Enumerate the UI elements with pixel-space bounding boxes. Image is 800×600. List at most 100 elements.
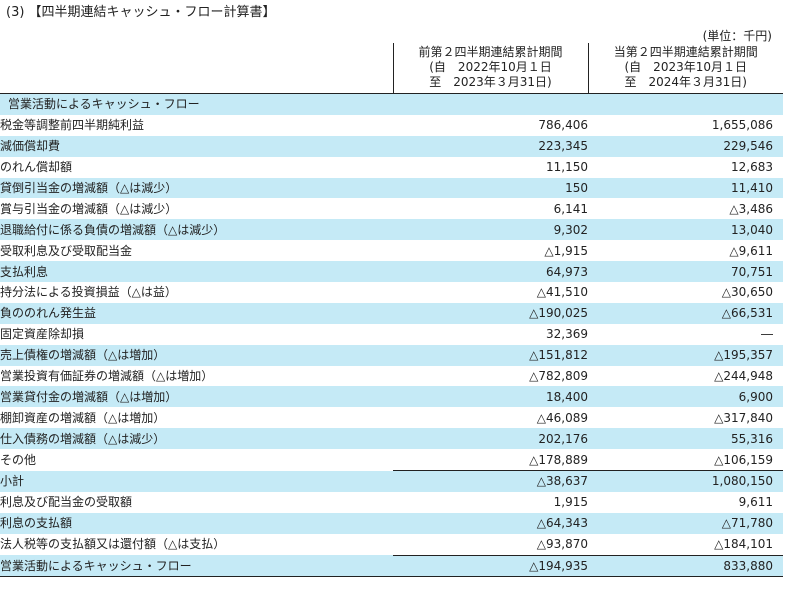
table-row: 法人税等の支払額又は還付額（△は支払） △93,870 △184,101 bbox=[0, 534, 783, 555]
row-label: のれん償却額 bbox=[0, 160, 73, 175]
row-label: 棚卸資産の増減額（△は増加） bbox=[0, 410, 166, 425]
row-label: 利息の支払額 bbox=[0, 512, 393, 534]
row-label: 仕入債務の増減額（△は減少） bbox=[0, 428, 393, 450]
row-label: 退職給付に係る負債の増減額（△は減少） bbox=[0, 219, 393, 241]
table-row: 賞与引当金の増減額（△は減少） 6,141 △3,486 bbox=[0, 198, 783, 219]
cur-value: △71,780 bbox=[588, 512, 783, 534]
subtotal-row: 小計 △38,637 1,080,150 bbox=[0, 470, 783, 492]
cur-value: ― bbox=[761, 327, 773, 342]
table-row: 売上債権の増減額（△は増加） △151,812 △195,357 bbox=[0, 344, 783, 366]
table-row: 固定資産除却損 32,369 ― bbox=[0, 324, 783, 345]
prev-value: △194,935 bbox=[393, 554, 588, 578]
row-label: 減価償却費 bbox=[0, 135, 393, 157]
header-cur-period: 当第２四半期連結累計期間 (自 2023年10月１日 至 2024年３月31日) bbox=[587, 43, 783, 94]
cur-value: 11,410 bbox=[588, 177, 783, 199]
row-label: その他 bbox=[0, 452, 37, 467]
prev-period-from: (自 2022年10月１日 bbox=[429, 60, 552, 74]
cur-value: △106,159 bbox=[714, 452, 773, 467]
section-title: (3) 【四半期連結キャッシュ・フロー計算書】 bbox=[6, 5, 276, 20]
prev-value: 223,345 bbox=[393, 135, 588, 157]
row-label: 受取利息及び受取配当金 bbox=[0, 243, 133, 258]
prev-value: △46,089 bbox=[536, 410, 588, 425]
cur-value: 55,316 bbox=[588, 428, 783, 450]
table-row: 税金等調整前四半期純利益 786,406 1,655,086 bbox=[0, 115, 783, 136]
prev-value: 202,176 bbox=[393, 428, 588, 450]
cur-value: 70,751 bbox=[588, 261, 783, 283]
row-label: 税金等調整前四半期純利益 bbox=[0, 118, 145, 133]
table-row: 利息及び配当金の受取額 1,915 9,611 bbox=[0, 492, 783, 513]
cur-value: △30,650 bbox=[721, 285, 773, 300]
cur-value: 13,040 bbox=[588, 219, 783, 241]
table-row: 棚卸資産の増減額（△は増加） △46,089 △317,840 bbox=[0, 407, 783, 428]
row-label: 持分法による投資損益（△は益） bbox=[0, 285, 177, 300]
prev-value: 150 bbox=[393, 177, 588, 199]
prev-value: 1,915 bbox=[553, 495, 588, 510]
table-row: 退職給付に係る負債の増減額（△は減少） 9,302 13,040 bbox=[0, 219, 783, 241]
row-label: 支払利息 bbox=[0, 261, 393, 283]
header-prev-period: 前第２四半期連結累計期間 (自 2022年10月１日 至 2023年３月31日) bbox=[392, 43, 588, 94]
prev-value: 11,150 bbox=[546, 160, 588, 175]
row-label: 固定資産除却損 bbox=[0, 327, 85, 342]
cur-period-name: 当第２四半期連結累計期間 bbox=[613, 45, 758, 59]
row-label: 営業活動によるキャッシュ・フロー bbox=[0, 93, 393, 115]
prev-value: 64,973 bbox=[393, 261, 588, 283]
cur-period-to: 至 2024年３月31日) bbox=[624, 75, 748, 89]
prev-period-name: 前第２四半期連結累計期間 bbox=[418, 45, 563, 59]
cur-value: 6,900 bbox=[588, 386, 783, 408]
cur-value: 1,080,150 bbox=[588, 470, 783, 492]
table-row: 減価償却費 223,345 229,546 bbox=[0, 135, 783, 157]
header-label-cell bbox=[0, 43, 393, 94]
prev-value: △93,870 bbox=[536, 537, 588, 552]
row-label: 負ののれん発生益 bbox=[0, 302, 393, 324]
prev-value: △151,812 bbox=[393, 344, 588, 366]
prev-value: 32,369 bbox=[546, 327, 588, 342]
cur-value: 12,683 bbox=[731, 160, 773, 175]
row-label: 営業貸付金の増減額（△は増加） bbox=[0, 386, 393, 408]
row-label: 法人税等の支払額又は還付額（△は支払） bbox=[0, 537, 226, 552]
cur-value: △9,611 bbox=[729, 243, 773, 258]
row-label: 賞与引当金の増減額（△は減少） bbox=[0, 201, 178, 216]
cur-value: △195,357 bbox=[588, 344, 783, 366]
prev-value: △1,915 bbox=[544, 243, 588, 258]
table-row: 持分法による投資損益（△は益） △41,510 △30,650 bbox=[0, 282, 783, 303]
total-row: 営業活動によるキャッシュ・フロー △194,935 833,880 bbox=[0, 554, 783, 578]
row-label: 利息及び配当金の受取額 bbox=[0, 495, 133, 510]
table-row: のれん償却額 11,150 12,683 bbox=[0, 157, 783, 178]
cur-period-from: (自 2023年10月１日 bbox=[624, 60, 748, 74]
cur-value: △66,531 bbox=[588, 302, 783, 324]
prev-value: △178,889 bbox=[529, 452, 588, 467]
table-row: 仕入債務の増減額（△は減少） 202,176 55,316 bbox=[0, 428, 783, 450]
prev-value: △782,809 bbox=[529, 369, 588, 384]
row-label: 小計 bbox=[0, 470, 393, 492]
table-row: 営業貸付金の増減額（△は増加） 18,400 6,900 bbox=[0, 386, 783, 408]
cur-value: △317,840 bbox=[714, 410, 773, 425]
prev-value: △64,343 bbox=[393, 512, 588, 534]
prev-value: △41,510 bbox=[536, 285, 588, 300]
cur-value: △184,101 bbox=[714, 537, 773, 552]
table-row: 営業投資有価証券の増減額（△は増加） △782,809 △244,948 bbox=[0, 366, 783, 387]
table-row: 営業活動によるキャッシュ・フロー bbox=[0, 93, 783, 115]
row-label: 営業投資有価証券の増減額（△は増加） bbox=[0, 369, 214, 384]
prev-period-to: 至 2023年３月31日) bbox=[429, 75, 552, 89]
row-label: 貸倒引当金の増減額（△は減少） bbox=[0, 177, 393, 199]
table-row: 利息の支払額 △64,343 △71,780 bbox=[0, 512, 783, 534]
prev-value: 9,302 bbox=[393, 219, 588, 241]
prev-value: 786,406 bbox=[538, 118, 588, 133]
cur-value: △3,486 bbox=[729, 201, 773, 216]
table-row: 負ののれん発生益 △190,025 △66,531 bbox=[0, 302, 783, 324]
cur-value: 833,880 bbox=[588, 554, 783, 578]
prev-value bbox=[393, 93, 588, 115]
row-label: 売上債権の増減額（△は増加） bbox=[0, 344, 393, 366]
prev-value: 18,400 bbox=[393, 386, 588, 408]
table-header-row: 前第２四半期連結累計期間 (自 2022年10月１日 至 2023年３月31日)… bbox=[0, 43, 783, 94]
cur-value: 1,655,086 bbox=[711, 118, 773, 133]
table-row: その他 △178,889 △106,159 bbox=[0, 449, 783, 470]
cur-value: △244,948 bbox=[714, 369, 773, 384]
cur-value bbox=[588, 93, 783, 115]
document-page: (3) 【四半期連結キャッシュ・フロー計算書】 (単位：千円) 前第２四半期連結… bbox=[0, 0, 800, 600]
row-label: 営業活動によるキャッシュ・フロー bbox=[0, 555, 393, 578]
unit-label: (単位：千円) bbox=[702, 29, 772, 43]
table-row: 貸倒引当金の増減額（△は減少） 150 11,410 bbox=[0, 177, 783, 199]
cur-value: 9,611 bbox=[738, 495, 773, 510]
table-row: 受取利息及び受取配当金 △1,915 △9,611 bbox=[0, 240, 783, 261]
